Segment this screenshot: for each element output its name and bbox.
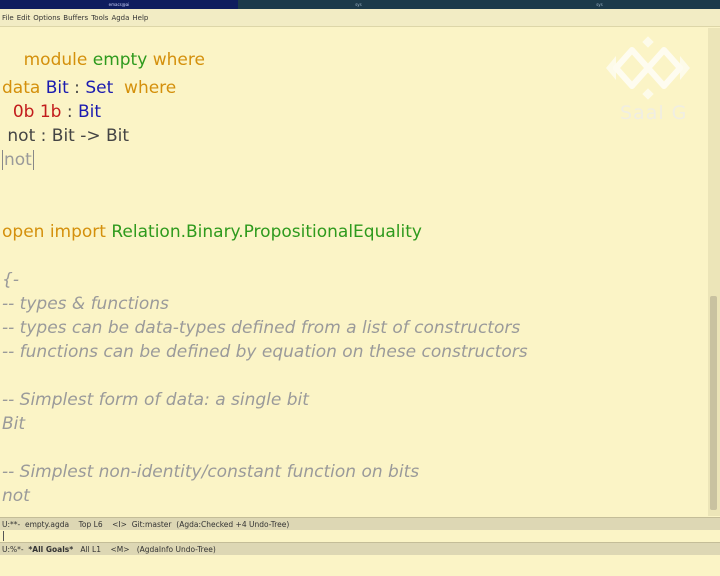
constructor: 1b (39, 102, 62, 122)
colon: : (61, 102, 78, 122)
goal-hole[interactable]: not (2, 150, 34, 170)
comment-line: {- (2, 270, 19, 290)
mode-line-prefix: U:%*- (2, 544, 29, 554)
comment-line: -- Simplest non-identity/constant functi… (2, 462, 420, 482)
keyword: where (124, 78, 177, 98)
taskbar-segment-middle[interactable]: sys (238, 0, 479, 9)
code-line-data: data Bit : Set where (2, 78, 176, 98)
mode-line-goals: U:%*- *All Goals* All L1 <M> (AgdaInfo U… (0, 542, 720, 555)
comment-line: Bit (2, 414, 26, 434)
menu-edit[interactable]: Edit (17, 14, 31, 22)
buffer-name: *All Goals* (28, 544, 74, 554)
keyword: module (23, 50, 88, 70)
mode-line-editor: U:**- empty.agda Top L6 <I> Git:master (… (0, 517, 720, 530)
module-name: Relation.Binary.PropositionalEquality (111, 222, 422, 242)
menu-options[interactable]: Options (33, 14, 60, 22)
menu-buffers[interactable]: Buffers (63, 14, 88, 22)
keyword: data (2, 78, 41, 98)
keyword: open import (2, 222, 106, 242)
type-name: Bit (77, 102, 102, 122)
comment-line: -- types can be data-types defined from … (2, 318, 521, 338)
taskbar-label: sys (596, 2, 603, 7)
type-name: Set (85, 78, 114, 98)
echo-area[interactable] (0, 555, 720, 576)
taskbar-active-window[interactable]: emacs@ai (0, 0, 238, 9)
comment-line: -- functions can be defined by equation … (2, 342, 528, 362)
keyword: where (152, 50, 205, 70)
menu-bar: File Edit Options Buffers Tools Agda Hel… (0, 9, 720, 27)
comment-line: -- Simplest form of data: a single bit (2, 390, 309, 410)
goals-buffer[interactable] (0, 530, 720, 542)
constructor: 0b (12, 102, 35, 122)
colon: : (68, 78, 86, 98)
mode-line-rest: All L1 <M> (AgdaInfo Undo-Tree) (73, 544, 216, 554)
text-cursor (3, 531, 4, 541)
comment-line: not (2, 486, 30, 506)
menu-file[interactable]: File (2, 14, 14, 22)
vertical-scrollbar[interactable] (708, 28, 720, 516)
code-line-goal: not (2, 150, 34, 170)
module-name: empty (92, 50, 148, 70)
code-line-constructors: 0b 1b : Bit (2, 102, 101, 122)
taskbar-segment-right[interactable]: sys (479, 0, 720, 9)
code-line-signature: not : Bit -> Bit (2, 126, 129, 146)
taskbar-label: sys (355, 2, 362, 7)
comment-line: -- types & functions (2, 294, 169, 314)
code-line-import: open import Relation.Binary.Propositiona… (2, 222, 422, 242)
signature-text: not : Bit -> Bit (7, 126, 130, 146)
type-name: Bit (45, 78, 69, 98)
menu-tools[interactable]: Tools (91, 14, 108, 22)
logo-text: Saal G (620, 102, 688, 124)
menu-help[interactable]: Help (132, 14, 148, 22)
window-taskbar: emacs@ai sys sys (0, 0, 720, 9)
scrollbar-thumb[interactable] (710, 296, 717, 510)
taskbar-title: emacs@ai (108, 2, 130, 7)
menu-agda[interactable]: Agda (111, 14, 129, 22)
